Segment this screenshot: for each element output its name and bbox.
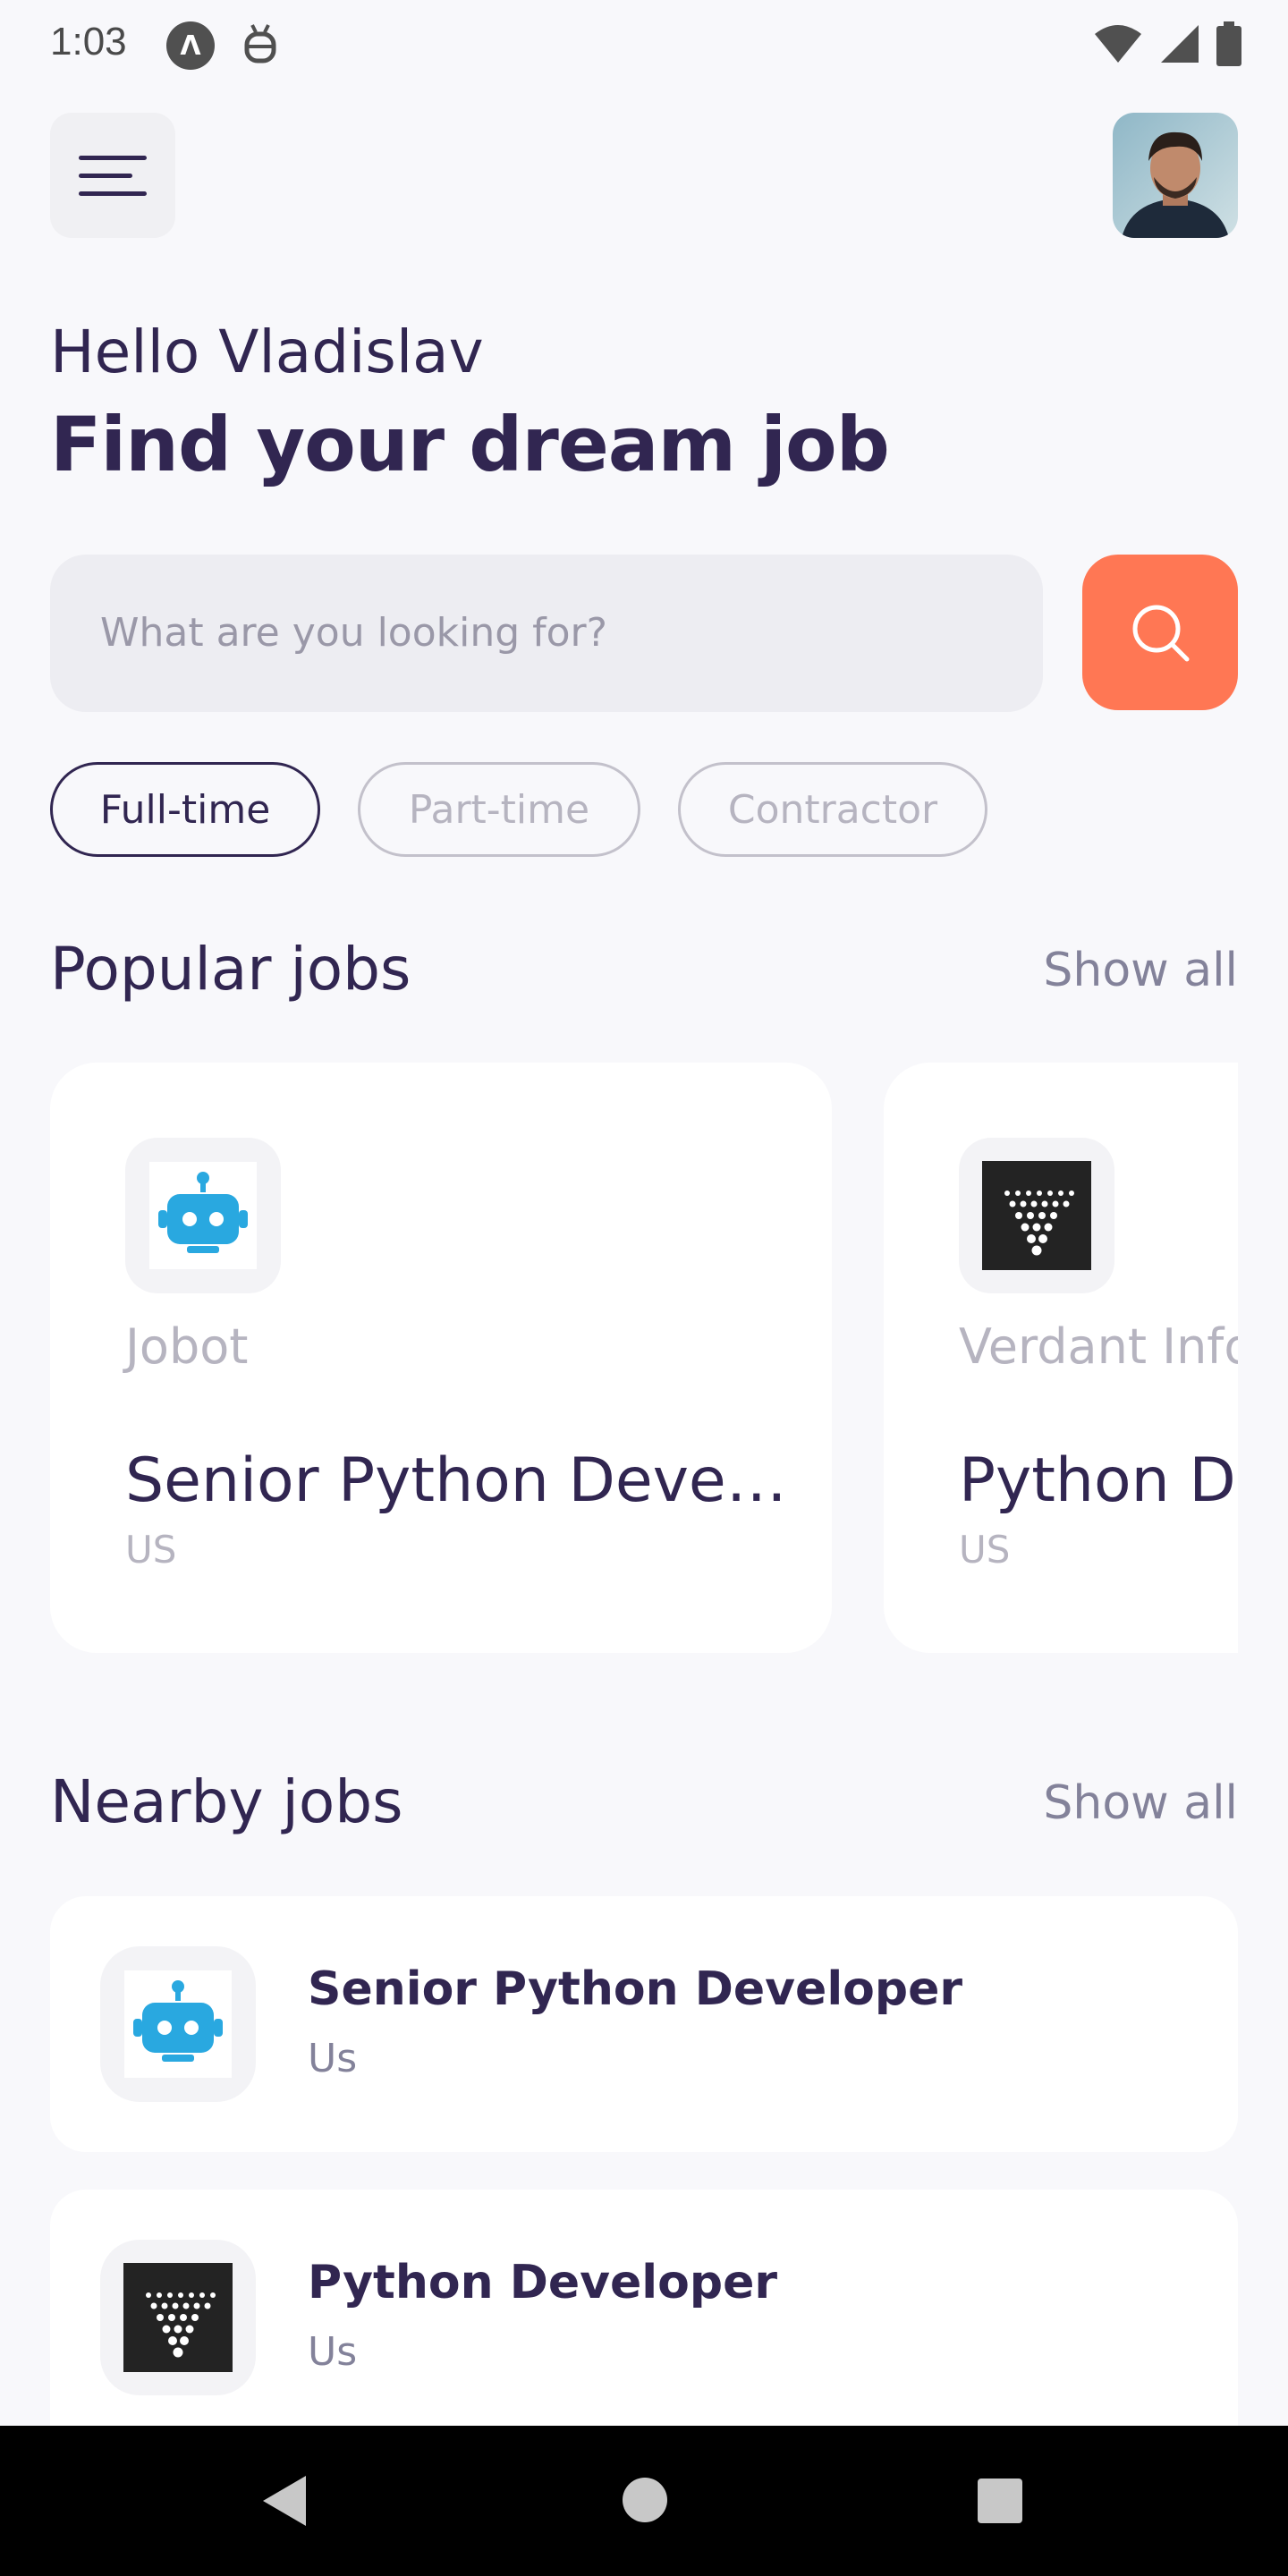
profile-avatar[interactable] (1113, 113, 1238, 238)
triangle-dots-icon (982, 1161, 1091, 1270)
chip-part-time[interactable]: Part-time (358, 762, 640, 857)
job-location: Us (308, 2329, 358, 2375)
greeting-text: Hello Vladislav (50, 318, 484, 386)
robot-icon (124, 1970, 232, 2078)
job-location: US (125, 1528, 177, 1572)
popular-job-card[interactable]: Jobot Senior Python Deve… US (50, 1063, 832, 1653)
status-bar: 1:03 Λ (0, 0, 1288, 89)
search-placeholder: What are you looking for? (100, 610, 607, 656)
popular-jobs-title: Popular jobs (50, 935, 411, 1004)
job-title: Python De (959, 1445, 1238, 1516)
search-icon (1132, 605, 1190, 662)
robot-icon (149, 1162, 257, 1269)
search-button[interactable] (1082, 555, 1238, 710)
back-icon[interactable] (259, 2474, 309, 2528)
job-location: US (959, 1528, 1011, 1572)
job-title: Senior Python Deve… (125, 1445, 787, 1516)
popular-job-card[interactable]: Verdant Info Python De US (884, 1063, 1238, 1653)
chip-contractor[interactable]: Contractor (678, 762, 987, 857)
system-navigation-bar (0, 2426, 1288, 2576)
hamburger-icon (79, 156, 147, 160)
company-logo (959, 1138, 1114, 1293)
triangle-dots-icon (123, 2263, 233, 2372)
company-name: Jobot (125, 1318, 249, 1375)
avatar-image (1113, 113, 1238, 238)
nearby-jobs-title: Nearby jobs (50, 1767, 403, 1836)
hamburger-icon-line (79, 191, 147, 196)
job-title: Senior Python Developer (308, 1962, 963, 2016)
company-name: Verdant Info (959, 1318, 1238, 1375)
popular-show-all-link[interactable]: Show all (1043, 944, 1238, 997)
status-icons (1093, 21, 1241, 66)
status-time: 1:03 (50, 20, 127, 64)
chip-full-time[interactable]: Full-time (50, 762, 320, 857)
android-debug-icon (244, 24, 276, 64)
company-logo (100, 2240, 256, 2395)
home-icon[interactable] (621, 2476, 669, 2524)
company-logo (100, 1946, 256, 2102)
nearby-job-card[interactable]: Senior Python Developer Us (50, 1896, 1238, 2152)
popular-card-viewport: Verdant Info Python De US (884, 1063, 1238, 1653)
nearby-job-card[interactable]: Python Developer Us (50, 2190, 1238, 2426)
company-logo (125, 1138, 281, 1293)
job-location: Us (308, 2036, 358, 2081)
app-notification-icon: Λ (166, 21, 215, 70)
battery-icon (1216, 21, 1241, 66)
search-input[interactable]: What are you looking for? (50, 555, 1043, 712)
cellular-signal-icon (1161, 25, 1199, 63)
hamburger-icon-line (79, 174, 132, 178)
wifi-icon (1095, 25, 1141, 63)
menu-button[interactable] (50, 113, 175, 238)
nearby-show-all-link[interactable]: Show all (1043, 1776, 1238, 1830)
page-title: Find your dream job (50, 401, 890, 488)
recents-icon[interactable] (977, 2478, 1023, 2524)
job-title: Python Developer (308, 2256, 777, 2309)
